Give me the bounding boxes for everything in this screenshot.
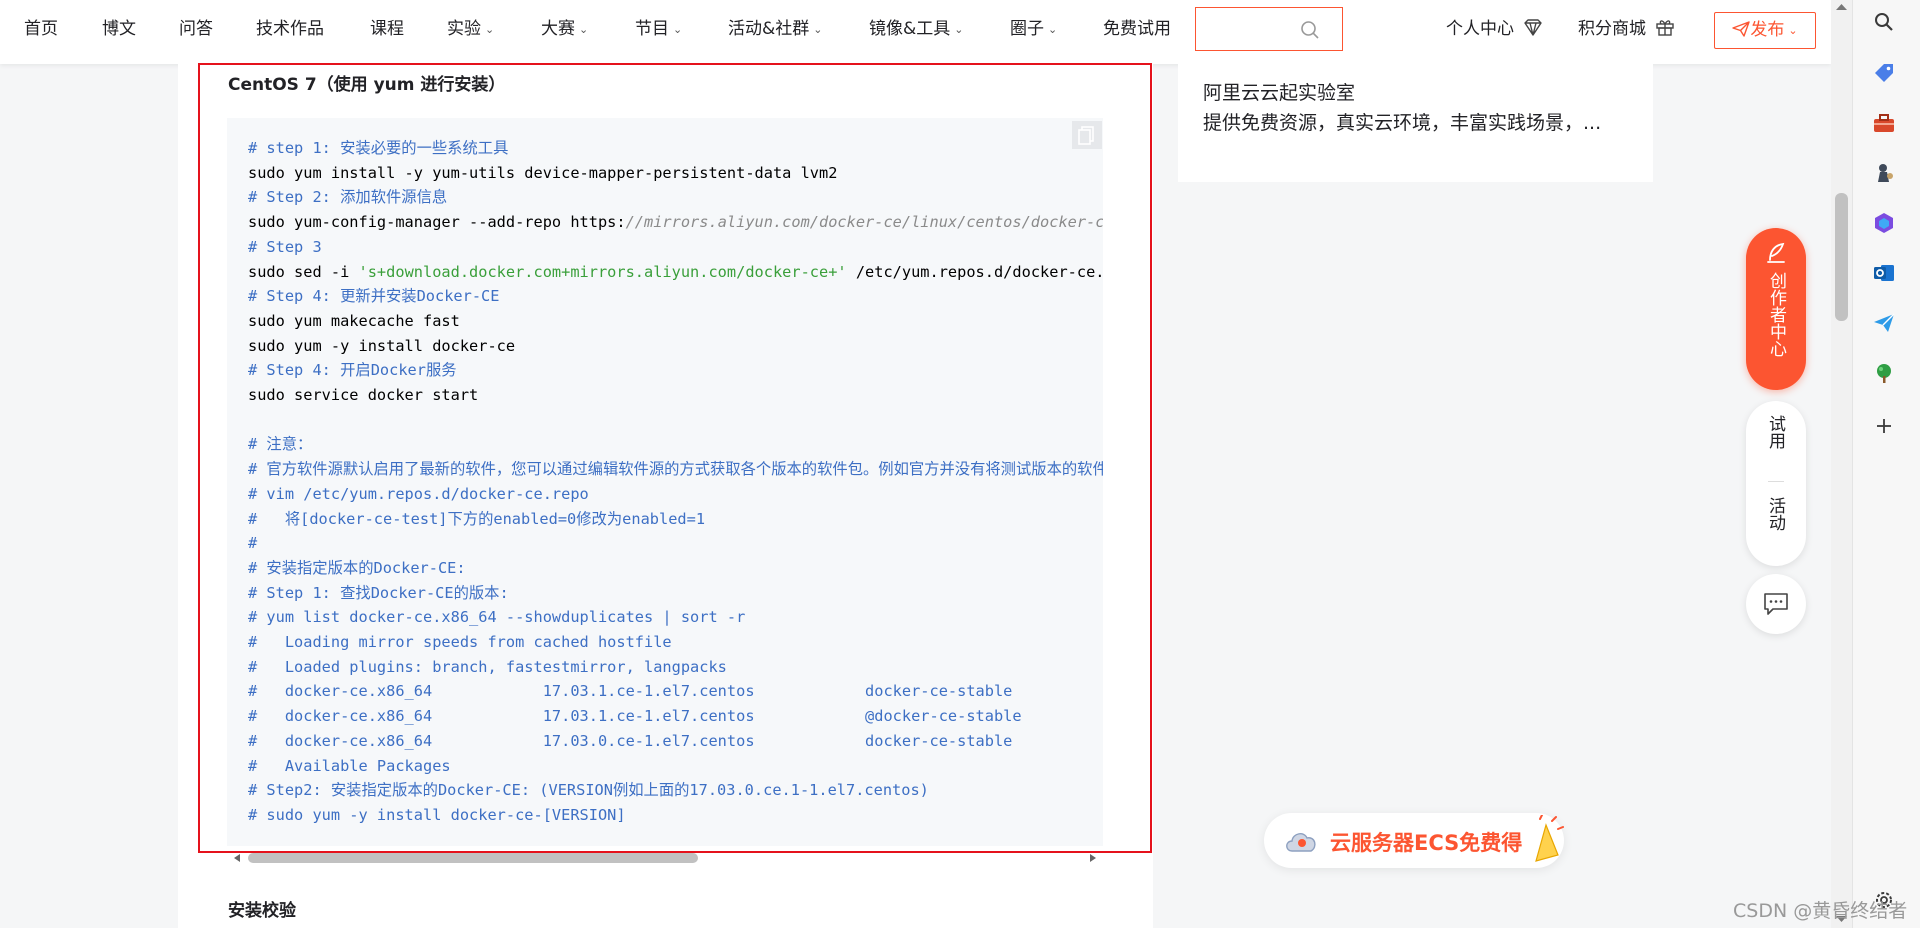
edge-add-icon[interactable] [1872,414,1896,438]
search-icon[interactable] [1300,20,1320,40]
nav-mirrors-tools[interactable]: 镜像&工具 ⌄ [869,0,963,58]
nav-circles[interactable]: 圈子 ⌄ [1010,0,1057,58]
divider [1768,481,1784,482]
activity-link[interactable]: 活动 [1765,497,1786,531]
nav-circles-label: 圈子 [1010,19,1044,39]
search-box[interactable] [1195,7,1343,51]
nav-contests[interactable]: 大赛 ⌄ [541,0,588,58]
next-section-heading: 安装校验 [228,901,296,921]
ecs-promo-label: 云服务器ECS免费得 [1330,831,1523,855]
chevron-down-icon: ⌄ [813,23,823,36]
creator-center-label: 创作者中心 [1766,272,1786,357]
chevron-down-icon: ⌄ [673,23,683,36]
cloud-icon [1286,833,1316,852]
confetti-icon [1535,815,1564,862]
personal-center[interactable]: 个人中心 [1446,0,1543,58]
scroll-up-icon[interactable] [1835,2,1848,12]
points-mall[interactable]: 积分商城 [1578,0,1675,58]
nav-activities-label: 活动&社群 [728,19,810,39]
nav-free-trial[interactable]: 免费试用 [1103,0,1171,58]
nav-activities[interactable]: 活动&社群 ⌄ [728,0,822,58]
trial-link[interactable]: 试用 [1765,415,1786,449]
chevron-down-icon: ⌄ [485,23,495,36]
nav-qa[interactable]: 问答 [179,0,213,58]
scroll-right-icon[interactable] [1088,853,1098,863]
edge-tree-icon[interactable] [1872,361,1896,385]
chevron-down-icon: ⌄ [954,23,964,36]
nav-home[interactable]: 首页 [24,0,58,58]
trial-activity-panel: 试用 活动 [1746,401,1806,566]
page-scrollbar-thumb[interactable] [1835,193,1848,321]
points-mall-label: 积分商城 [1578,19,1646,39]
scroll-left-icon[interactable] [232,853,242,863]
csdn-watermark: CSDN @黄昏终结者 [1733,900,1908,922]
publish-button[interactable]: 发布 ⌄ [1714,12,1816,49]
chevron-down-icon: ⌄ [579,23,589,36]
edge-send-icon[interactable] [1872,311,1896,335]
pen-icon [1767,242,1785,263]
feedback-button[interactable] [1746,574,1806,634]
chevron-down-icon: ⌄ [1788,24,1798,37]
gem-icon [1524,19,1543,36]
nav-contests-label: 大赛 [541,19,575,39]
edge-search-icon[interactable] [1872,10,1896,34]
edge-outlook-icon[interactable] [1872,261,1896,285]
nav-courses[interactable]: 课程 [370,0,404,58]
nav-mirrors-label: 镜像&工具 [869,19,951,39]
lab-card-title[interactable]: 阿里云云起实验室 [1203,78,1355,105]
nav-labs[interactable]: 实验 ⌄ [447,0,494,58]
nav-programs[interactable]: 节目 ⌄ [635,0,682,58]
nav-blog[interactable]: 博文 [102,0,136,58]
nav-tech-works[interactable]: 技术作品 [256,0,324,58]
page-scrollbar[interactable] [1831,0,1852,928]
chevron-down-icon: ⌄ [1048,23,1058,36]
edge-chess-icon[interactable] [1872,161,1896,185]
highlight-box [198,63,1152,853]
browser-sidebar [1852,0,1920,928]
nav-labs-label: 实验 [447,19,481,39]
horizontal-scrollbar[interactable] [248,853,698,863]
top-navigation: 首页 博文 问答 技术作品 课程 实验 ⌄ 大赛 ⌄ 节目 ⌄ 活动&社群 ⌄ 镜像&工… [0,0,1831,64]
nav-programs-label: 节目 [635,19,669,39]
publish-label: 发布 [1750,20,1785,40]
ecs-promo-banner[interactable]: 云服务器ECS免费得 [1264,813,1564,868]
creator-center-button[interactable]: 创作者中心 [1746,228,1806,390]
personal-center-label: 个人中心 [1446,19,1514,39]
send-icon [1732,21,1751,37]
edge-tag-icon[interactable] [1872,61,1896,85]
gift-icon [1656,20,1675,36]
edge-toolbox-icon[interactable] [1872,111,1896,135]
search-input[interactable] [1204,8,1308,50]
edge-office-icon[interactable] [1872,211,1896,235]
lab-card-desc: 提供免费资源，真实云环境，丰富实践场景，... [1203,112,1602,134]
chat-icon [1764,593,1788,615]
